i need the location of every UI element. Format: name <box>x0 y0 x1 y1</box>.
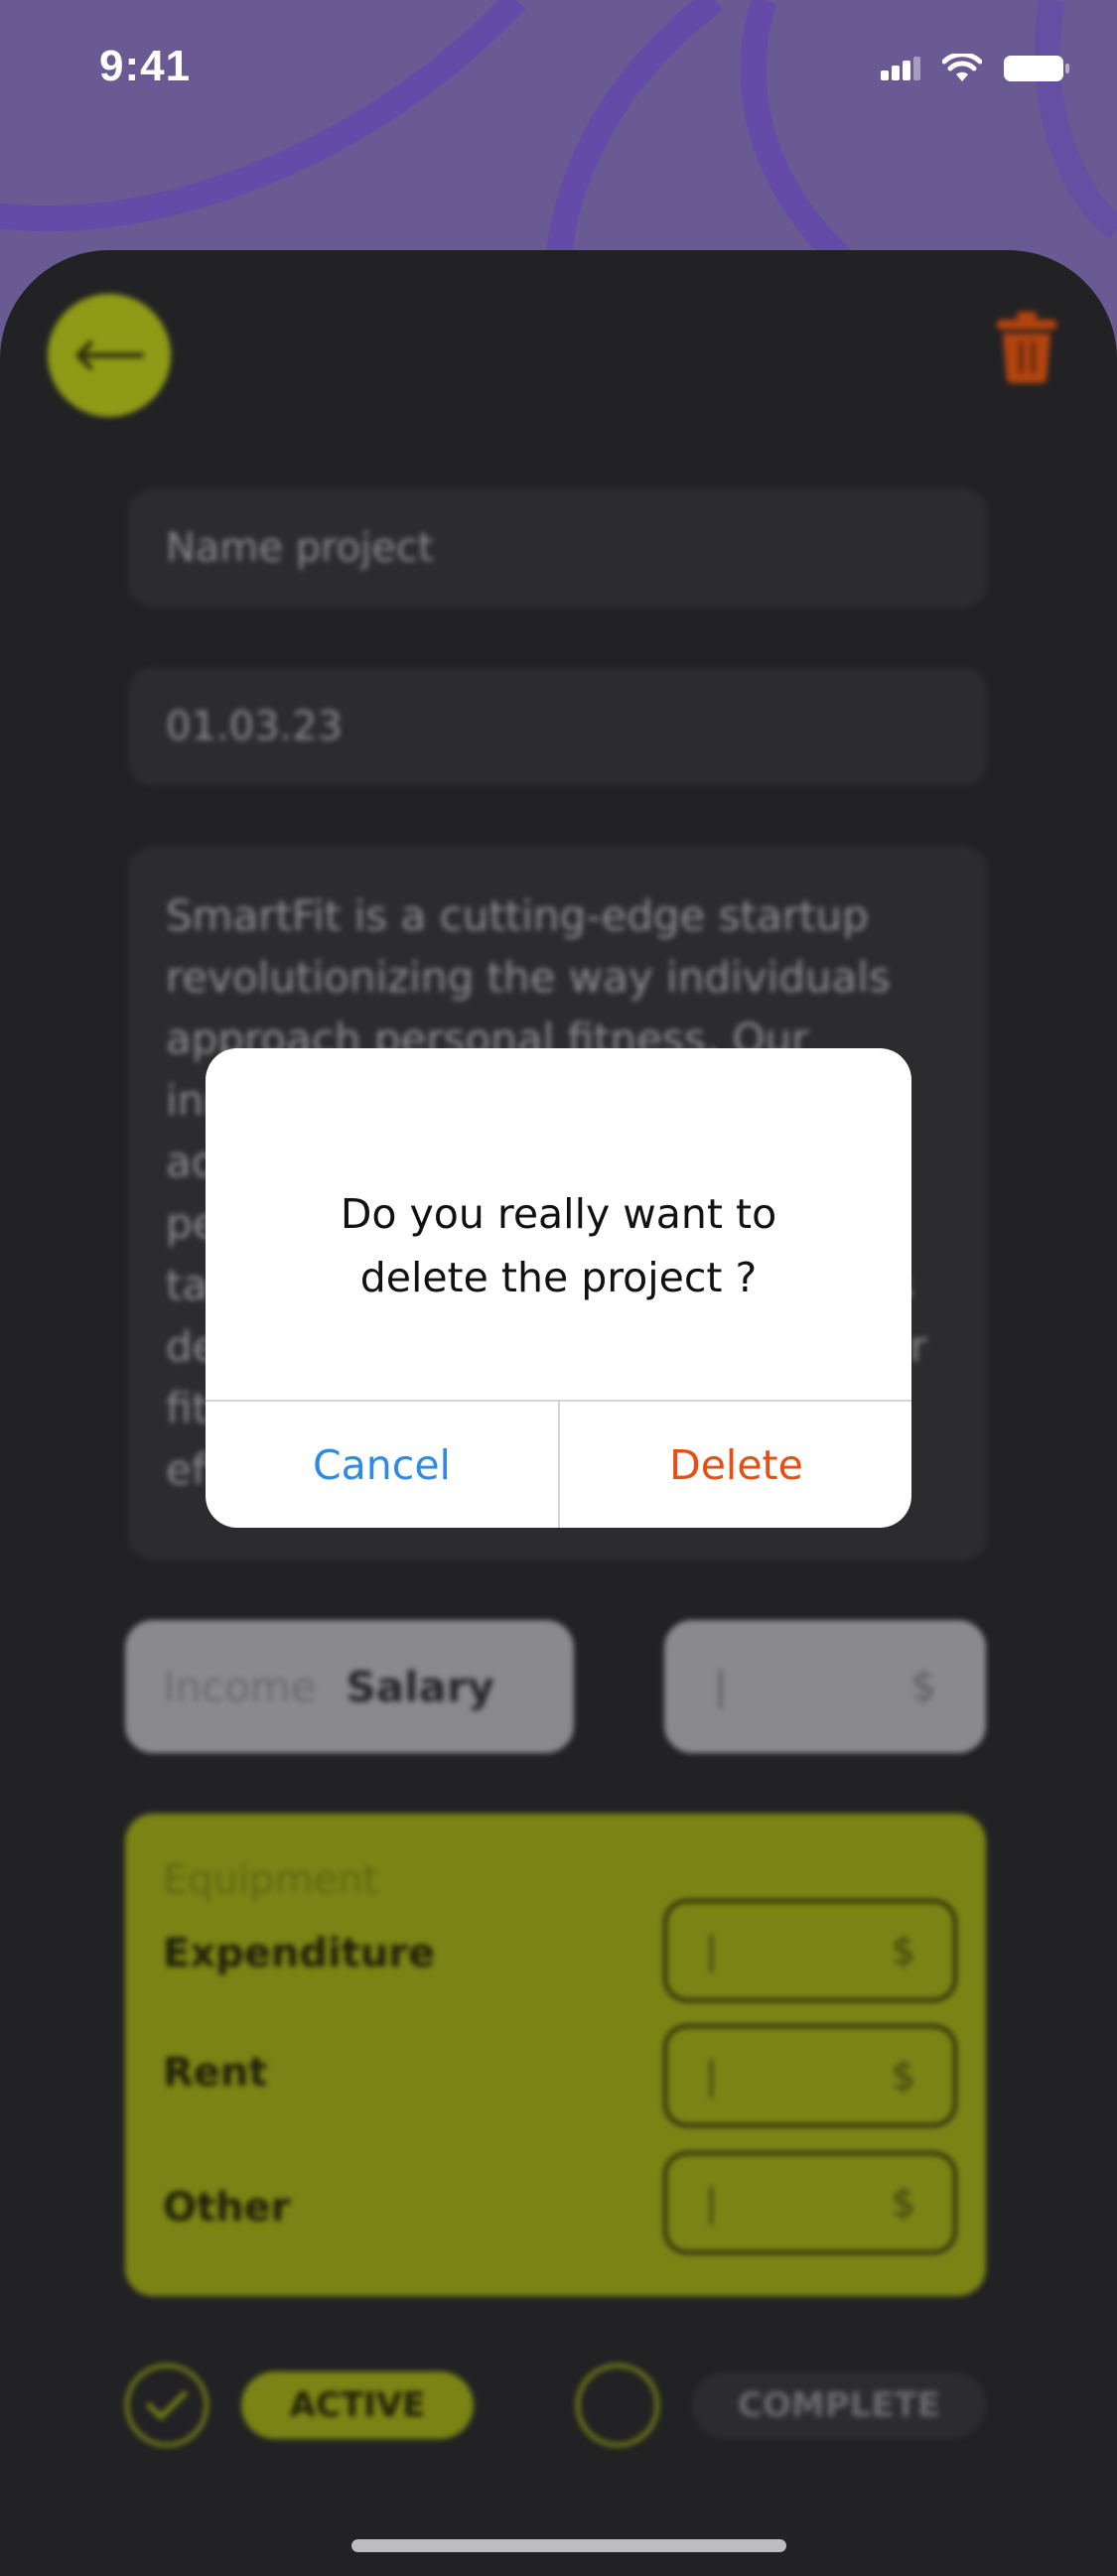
battery-icon <box>1004 56 1069 81</box>
trash-icon <box>997 312 1056 383</box>
project-date-input[interactable]: 01.03.23 <box>128 667 988 786</box>
active-radio[interactable] <box>125 2364 209 2447</box>
project-date-value: 01.03.23 <box>166 704 344 749</box>
dialog-message: Do you really want to delete the project… <box>206 1182 911 1309</box>
arrow-left-icon <box>75 340 144 370</box>
equipment-title: Equipment <box>163 1857 379 1903</box>
project-name-placeholder: Name project <box>166 525 434 571</box>
other-label: Other <box>163 2185 291 2231</box>
expenditure-currency: $ <box>891 1929 915 1972</box>
status-icons <box>881 54 1069 83</box>
other-currency: $ <box>891 2181 915 2225</box>
cancel-button[interactable]: Cancel <box>206 1402 558 1528</box>
status-bar: 9:41 <box>0 0 1117 139</box>
status-complete-pill[interactable]: COMPLETE <box>692 2372 986 2439</box>
income-currency: $ <box>910 1664 936 1709</box>
signal-icon <box>881 57 920 80</box>
rent-label: Rent <box>163 2050 268 2096</box>
checkmark-icon <box>146 2390 188 2420</box>
status-selector: ACTIVE COMPLETE <box>0 2360 1117 2459</box>
other-amount-input[interactable]: | $ <box>663 2151 957 2254</box>
rent-cursor: | <box>705 2054 718 2098</box>
complete-radio[interactable] <box>576 2364 659 2447</box>
expenditure-amount-input[interactable]: | $ <box>663 1899 957 2002</box>
rent-currency: $ <box>891 2054 915 2098</box>
dialog-message-line1: Do you really want to <box>340 1190 777 1238</box>
status-active-pill[interactable]: ACTIVE <box>241 2372 474 2439</box>
equipment-card: Equipment Expenditure | $ Rent | $ Other… <box>125 1814 986 2296</box>
income-type-select[interactable]: Income Salary <box>125 1620 574 1753</box>
wifi-icon <box>942 54 982 81</box>
delete-project-button[interactable] <box>995 312 1058 387</box>
status-time: 9:41 <box>99 42 192 90</box>
project-name-input[interactable]: Name project <box>128 488 988 608</box>
other-cursor: | <box>705 2181 718 2225</box>
expenditure-label: Expenditure <box>163 1931 436 1976</box>
income-amount-input[interactable]: | $ <box>664 1620 986 1753</box>
income-value: Salary <box>346 1662 494 1711</box>
delete-confirm-dialog: Do you really want to delete the project… <box>206 1048 911 1528</box>
income-label: Income <box>163 1662 317 1711</box>
back-button[interactable] <box>48 294 171 417</box>
rent-amount-input[interactable]: | $ <box>663 2024 957 2127</box>
delete-button[interactable]: Delete <box>560 1402 911 1528</box>
expenditure-cursor: | <box>705 1929 718 1972</box>
home-indicator <box>351 2539 786 2552</box>
income-amount-cursor: | <box>714 1664 728 1709</box>
dialog-message-line2: delete the project ? <box>359 1254 758 1301</box>
